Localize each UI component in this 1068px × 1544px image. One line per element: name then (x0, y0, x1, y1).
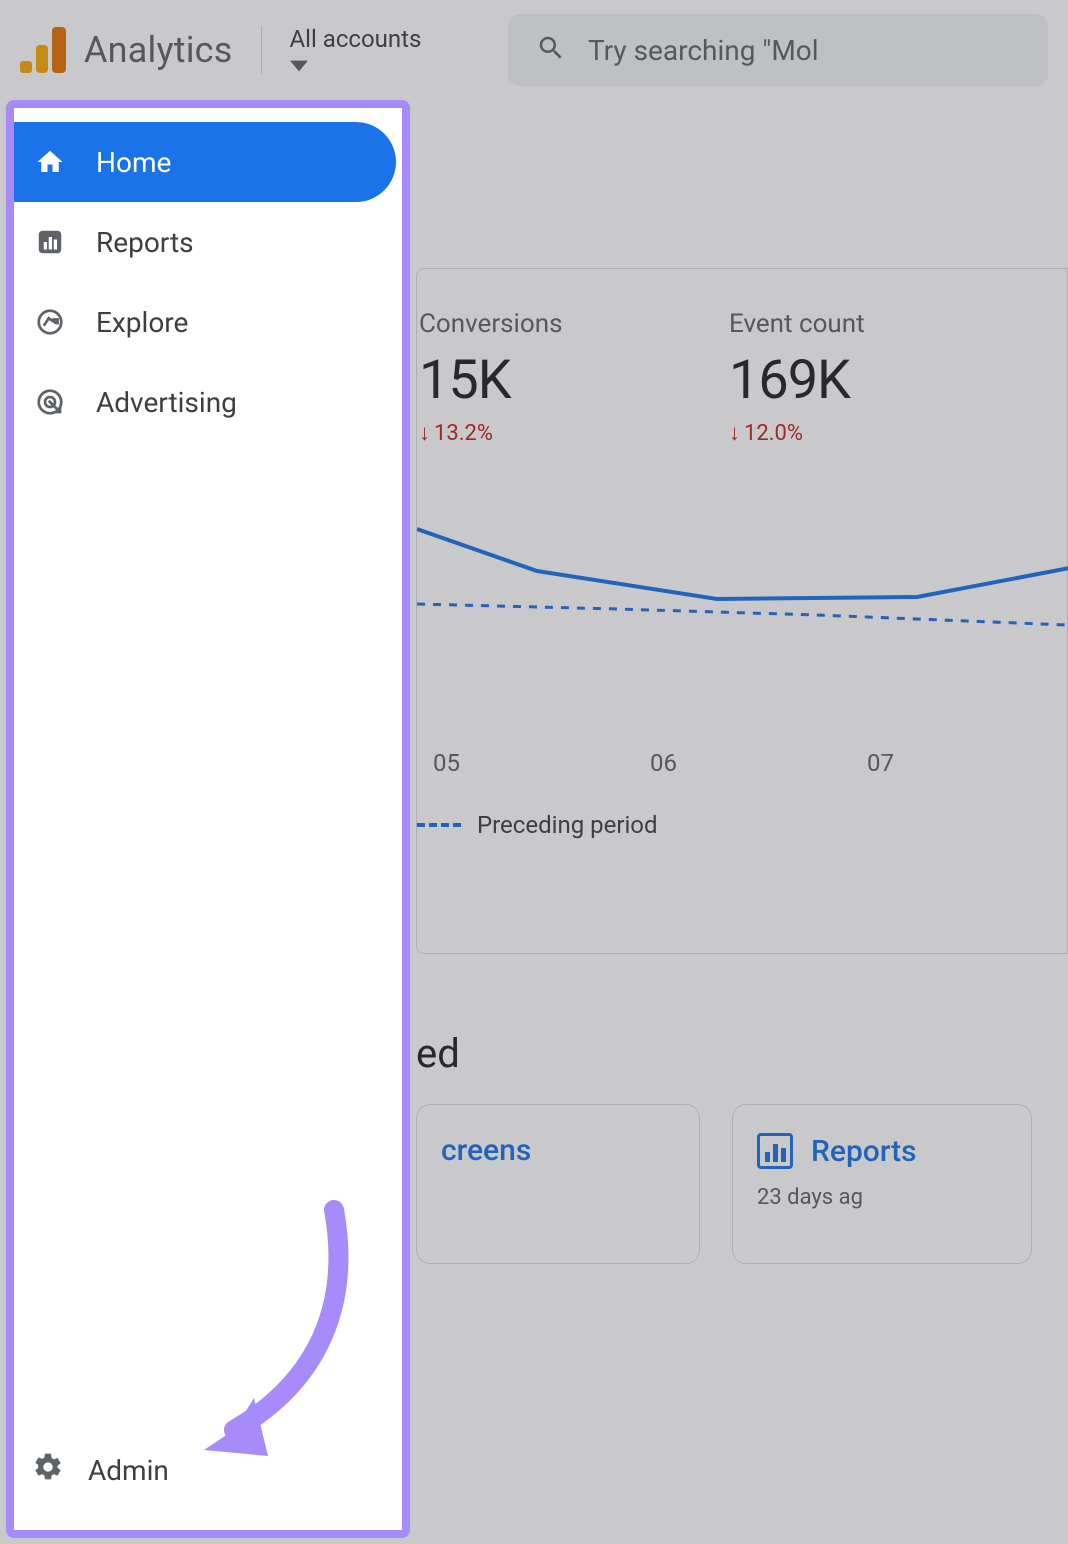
sidebar-item-label: Reports (96, 226, 194, 259)
sidebar-item-advertising[interactable]: Advertising (14, 362, 396, 442)
recent-card-subtitle: 23 days ag (757, 1185, 1007, 1210)
x-tick: 05 (433, 749, 460, 777)
sidebar-item-label: Admin (88, 1454, 169, 1487)
chart-x-axis: 05 06 07 (417, 749, 1067, 777)
sidebar-item-label: Explore (96, 306, 188, 339)
analytics-logo-icon (20, 27, 66, 73)
gear-icon (32, 1451, 64, 1490)
recent-card[interactable]: creens (416, 1104, 700, 1264)
legend-label: Preceding period (477, 811, 658, 839)
metric-label: Conversions (419, 309, 639, 339)
target-icon (32, 384, 68, 420)
sidebar-item-label: Advertising (96, 386, 237, 419)
annotation-arrow (184, 1200, 384, 1460)
metric-value: 169K (729, 349, 949, 412)
search-input[interactable]: Try searching "Mol (508, 14, 1048, 86)
bar-chart-icon (32, 224, 68, 260)
account-picker[interactable]: All accounts (290, 25, 422, 76)
sidebar: Home Reports Explore Advertising (6, 100, 410, 1538)
recent-cards: creens Reports 23 days ag (416, 1104, 1068, 1264)
explore-icon (32, 304, 68, 340)
chevron-down-icon (290, 57, 308, 76)
legend-dash-icon (417, 823, 461, 827)
sidebar-item-explore[interactable]: Explore (14, 282, 396, 362)
metric-delta: ↓ 13.2% (419, 420, 639, 446)
overview-card: Conversions 15K ↓ 13.2% Event count 169K… (416, 268, 1068, 954)
search-icon (536, 33, 566, 67)
metric-delta: ↓ 12.0% (729, 420, 949, 446)
home-icon (32, 144, 68, 180)
metric-value: 15K (419, 349, 639, 412)
brand-logo: Analytics (20, 27, 233, 73)
main-content: Conversions 15K ↓ 13.2% Event count 169K… (416, 100, 1068, 1544)
x-tick: 06 (650, 749, 677, 777)
search-placeholder: Try searching "Mol (588, 34, 819, 67)
recent-card-reports[interactable]: Reports 23 days ag (732, 1104, 1032, 1264)
recent-card-title: creens (441, 1133, 531, 1168)
app-header: Analytics All accounts Try searching "Mo… (0, 0, 1068, 100)
metric-conversions[interactable]: Conversions 15K ↓ 13.2% (419, 309, 639, 446)
sidebar-item-admin[interactable]: Admin (14, 1438, 402, 1502)
recently-heading: ed (416, 1030, 460, 1077)
chart-legend: Preceding period (417, 811, 658, 839)
arrow-down-icon: ↓ (419, 420, 430, 446)
sidebar-item-home[interactable]: Home (14, 122, 396, 202)
arrow-down-icon: ↓ (729, 420, 740, 446)
primary-nav: Home Reports Explore Advertising (14, 108, 402, 442)
recent-card-title: Reports (811, 1134, 917, 1169)
divider (261, 26, 262, 74)
sidebar-item-label: Home (96, 146, 171, 179)
account-picker-label: All accounts (290, 25, 422, 53)
bar-chart-icon (757, 1133, 793, 1169)
brand-name: Analytics (84, 29, 233, 71)
sidebar-item-reports[interactable]: Reports (14, 202, 396, 282)
metric-event-count[interactable]: Event count 169K ↓ 12.0% (729, 309, 949, 446)
x-tick: 07 (867, 749, 894, 777)
metric-label: Event count (729, 309, 949, 339)
